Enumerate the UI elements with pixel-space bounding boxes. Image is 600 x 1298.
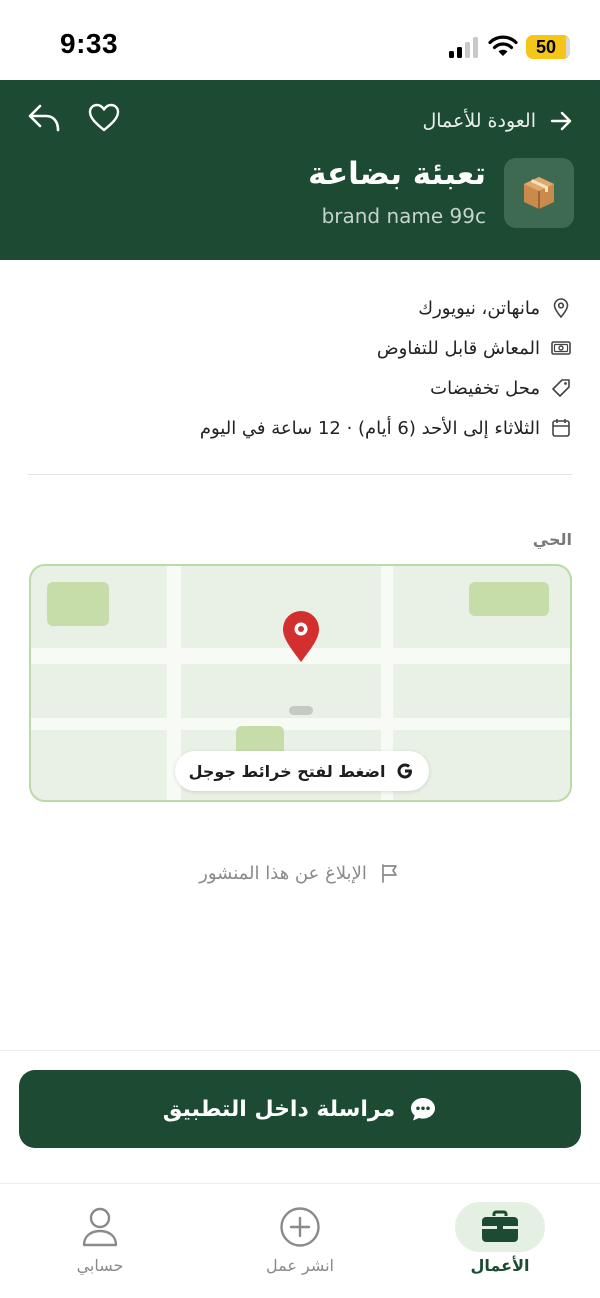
schedule-text: الثلاثاء إلى الأحد (6 أيام) · 12 ساعة في… [199, 417, 540, 439]
google-g-icon [397, 763, 413, 779]
open-google-maps-label: اضغط لفتح خرائط جوجل [188, 761, 386, 781]
nav-label-account: حسابي [76, 1256, 124, 1275]
battery-level: 50 [535, 37, 557, 57]
nav-active-indicator [455, 1202, 545, 1252]
nav-icon-container [55, 1202, 145, 1252]
location-pin-icon [553, 298, 569, 319]
section-divider [28, 474, 572, 475]
battery-indicator: 50 [526, 35, 570, 59]
map-marker-dash [289, 706, 313, 715]
job-details: مانهاتن، نيويورك المعاش قابل للتفاوض محل… [28, 288, 572, 448]
report-label: الإبلاغ عن هذا المنشور [199, 862, 367, 884]
message-button-label: مراسلة داخل التطبيق [162, 1096, 396, 1122]
back-link-label: العودة للأعمال [422, 110, 536, 132]
calendar-icon [552, 419, 570, 437]
company-logo [504, 158, 574, 228]
detail-salary: المعاش قابل للتفاوض [28, 328, 572, 368]
nav-item-jobs[interactable]: الأعمال [430, 1202, 570, 1282]
package-icon [524, 177, 554, 209]
nav-item-account[interactable]: حسابي [30, 1202, 170, 1282]
open-google-maps-button[interactable]: اضغط لفتح خرائط جوجل [175, 751, 429, 791]
heart-icon[interactable] [88, 102, 120, 134]
salary-text: المعاش قابل للتفاوض [376, 337, 540, 359]
arrow-right-icon [550, 111, 572, 131]
briefcase-icon [482, 1210, 518, 1242]
map-park [47, 582, 109, 626]
plus-circle-icon [280, 1207, 320, 1247]
business-type-text: محل تخفيضات [430, 377, 540, 399]
neighborhood-label: الحي [532, 530, 572, 549]
job-title: تعبئة بضاعة [308, 156, 486, 192]
map-preview[interactable]: اضغط لفتح خرائط جوجل [29, 564, 572, 802]
bottom-navigation: الأعمال انشر عمل حسابي [0, 1184, 600, 1298]
chat-bubble-icon [411, 1098, 436, 1121]
nav-item-post-job[interactable]: انشر عمل [230, 1202, 370, 1282]
back-to-jobs-link[interactable]: العودة للأعمال [422, 106, 572, 136]
cellular-signal-icon [449, 37, 478, 58]
detail-location: مانهاتن، نيويورك [28, 288, 572, 328]
nav-label-post-job: انشر عمل [266, 1256, 334, 1275]
map-road [31, 718, 570, 730]
flag-icon [381, 864, 397, 883]
battery-cap [566, 37, 570, 57]
nav-icon-container [255, 1202, 345, 1252]
share-icon[interactable] [26, 100, 62, 136]
detail-business-type: محل تخفيضات [28, 368, 572, 408]
in-app-message-button[interactable]: مراسلة داخل التطبيق [19, 1070, 581, 1148]
brand-name: brand name 99c [321, 204, 486, 228]
job-header: العودة للأعمال تعبئة بضاعة brand name 99… [0, 80, 600, 260]
map-park [469, 582, 549, 616]
location-text: مانهاتن، نيويورك [418, 297, 540, 319]
nav-label-jobs: الأعمال [470, 1256, 530, 1275]
detail-schedule: الثلاثاء إلى الأحد (6 أيام) · 12 ساعة في… [28, 408, 572, 448]
map-pin-icon [283, 611, 319, 662]
wifi-icon [488, 35, 518, 56]
status-time: 9:33 [60, 28, 119, 59]
person-icon [82, 1207, 118, 1247]
footer-divider [0, 1050, 600, 1051]
money-icon [551, 341, 571, 355]
report-post-link[interactable]: الإبلاغ عن هذا المنشور [0, 862, 600, 884]
tag-icon [552, 379, 570, 397]
status-bar: 9:33 50 [0, 0, 600, 80]
